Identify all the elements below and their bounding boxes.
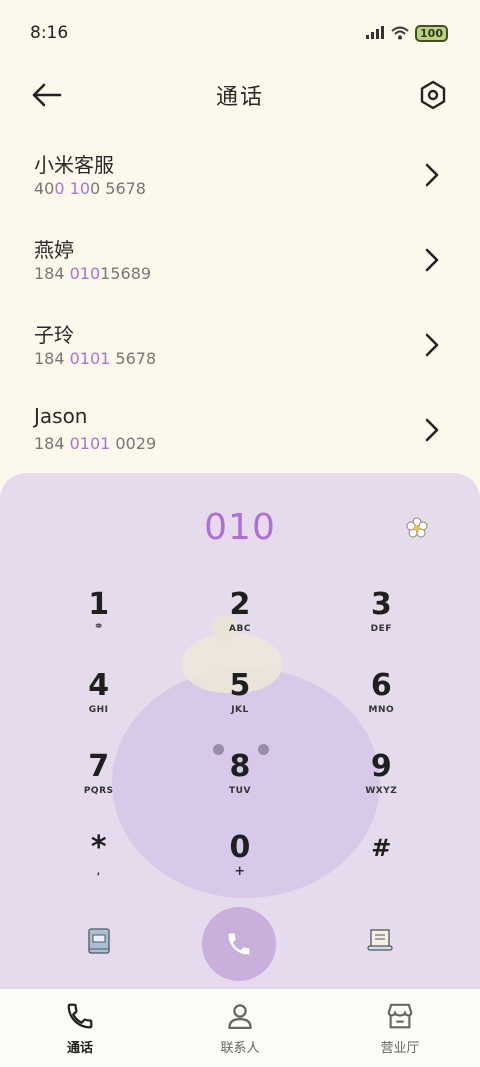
key-letters: MNO — [368, 705, 395, 715]
key-2[interactable]: 2 ABC — [169, 585, 310, 666]
key-3[interactable]: 3 DEF — [311, 585, 452, 666]
notes-scroll-icon[interactable] — [366, 927, 394, 953]
battery-indicator: 100 — [415, 24, 448, 42]
status-time: 8:16 — [30, 23, 69, 43]
contact-name: Jason — [34, 404, 88, 428]
settings-hexagon-icon[interactable] — [418, 79, 448, 111]
contact-name: 子玲 — [34, 323, 74, 347]
key-digit: 5 — [229, 668, 251, 703]
key-5[interactable]: 5 JKL — [169, 666, 310, 747]
key-digit: 2 — [229, 587, 251, 622]
contact-number: 184 01015689 — [34, 264, 152, 283]
voicemail-icon: ⚭ — [93, 619, 104, 633]
key-7[interactable]: 7 PQRS — [28, 747, 169, 828]
key-digit: * — [90, 830, 107, 865]
key-letters: WXYZ — [365, 786, 398, 796]
key-digit: 4 — [88, 668, 110, 703]
dialer-panel: 010 1 ⚭ 2 ABC 3 DEF 4 GHI 5 JKL 6 MNO 7 … — [0, 473, 480, 989]
key-hash[interactable]: # — [311, 828, 452, 909]
phone-icon — [67, 1003, 93, 1029]
key-letters: + — [234, 864, 246, 879]
page-title: 通话 — [215, 85, 264, 110]
wifi-icon — [391, 26, 409, 40]
key-letters: JKL — [231, 705, 249, 715]
key-letters: , — [96, 867, 101, 877]
phone-icon — [228, 933, 250, 955]
key-digit: 8 — [229, 749, 251, 784]
tab-contacts[interactable]: 联系人 — [160, 989, 320, 1067]
key-letters: PQRS — [83, 786, 114, 796]
status-icons: 100 — [365, 24, 448, 42]
tab-calls[interactable]: 通话 — [0, 989, 160, 1067]
back-arrow-icon[interactable] — [30, 80, 64, 110]
flower-icon[interactable] — [406, 517, 428, 539]
contact-number: 184 0101 5678 — [34, 349, 157, 368]
tab-label: 营业厅 — [380, 1041, 420, 1056]
contacts-book-icon[interactable] — [86, 927, 112, 955]
contact-number: 400 100 5678 — [34, 179, 146, 198]
contact-row[interactable]: 燕婷 184 01015689 — [0, 218, 480, 303]
key-0[interactable]: 0 + — [169, 828, 310, 909]
key-9[interactable]: 9 WXYZ — [311, 747, 452, 828]
bottom-tab-bar: 通话 联系人 营业厅 — [0, 989, 480, 1067]
dialer-actions — [0, 907, 480, 981]
key-star[interactable]: * , — [28, 828, 169, 909]
key-digit: 7 — [88, 749, 110, 784]
chevron-right-icon[interactable] — [424, 248, 440, 272]
key-1[interactable]: 1 ⚭ — [28, 585, 169, 666]
chevron-right-icon[interactable] — [424, 163, 440, 187]
key-letters: GHI — [88, 705, 109, 715]
key-digit: 1 — [88, 587, 110, 622]
contact-row[interactable]: Jason 184 0101 0029 — [0, 388, 480, 473]
key-digit: 0 — [229, 830, 251, 865]
store-icon — [387, 1003, 413, 1029]
key-letters: DEF — [370, 624, 392, 634]
contact-row[interactable]: 小米客服 400 100 5678 — [0, 133, 480, 218]
key-6[interactable]: 6 MNO — [311, 666, 452, 747]
contact-number: 184 0101 0029 — [34, 434, 157, 453]
call-button[interactable] — [202, 907, 276, 981]
tab-service-hall[interactable]: 营业厅 — [320, 989, 480, 1067]
tab-label: 通话 — [66, 1041, 93, 1056]
key-digit: 3 — [370, 587, 392, 622]
status-bar: 8:16 100 — [0, 0, 480, 66]
contact-name: 燕婷 — [34, 238, 74, 262]
contact-row[interactable]: 子玲 184 0101 5678 — [0, 303, 480, 388]
key-digit: # — [371, 834, 392, 862]
chevron-right-icon[interactable] — [424, 418, 440, 442]
key-digit: 9 — [370, 749, 392, 784]
key-8[interactable]: 8 TUV — [169, 747, 310, 828]
key-letters: ABC — [229, 624, 251, 634]
person-icon — [228, 1004, 252, 1029]
contact-name: 小米客服 — [34, 153, 114, 177]
key-letters: TUV — [229, 786, 251, 796]
keypad: 1 ⚭ 2 ABC 3 DEF 4 GHI 5 JKL 6 MNO 7 PQRS… — [28, 585, 452, 909]
header: 通话 — [0, 66, 480, 124]
matched-contacts-list: 小米客服 400 100 5678 燕婷 184 01015689 子玲 184… — [0, 133, 480, 473]
signal-icon — [366, 26, 385, 39]
tab-label: 联系人 — [220, 1041, 260, 1056]
chevron-right-icon[interactable] — [424, 333, 440, 357]
key-4[interactable]: 4 GHI — [28, 666, 169, 747]
key-digit: 6 — [370, 668, 392, 703]
